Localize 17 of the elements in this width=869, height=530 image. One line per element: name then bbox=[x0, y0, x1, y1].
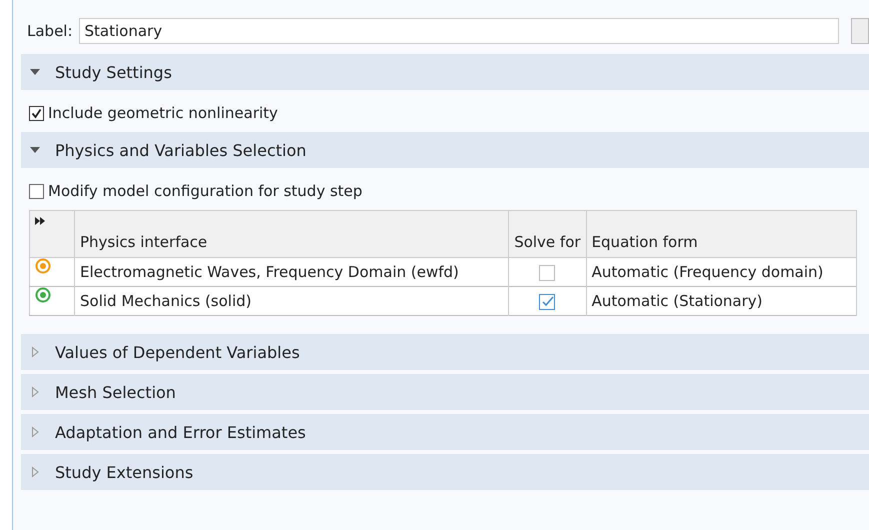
section-header[interactable]: Adaptation and Error Estimates bbox=[21, 414, 869, 450]
section-header[interactable]: Values of Dependent Variables bbox=[21, 334, 869, 370]
table-cell: Automatic (Stationary) bbox=[586, 286, 856, 316]
label-caption: Label: bbox=[27, 22, 73, 40]
section-header[interactable]: Mesh Selection bbox=[21, 374, 869, 410]
table-cell: Electromagnetic Waves, Frequency Domain (ewfd) bbox=[74, 258, 509, 286]
column-header: Physics interface bbox=[74, 210, 509, 258]
section-header[interactable]: Physics and Variables Selection bbox=[21, 132, 869, 168]
table-cell: Automatic (Frequency domain) bbox=[586, 258, 856, 286]
column-header: Equation form bbox=[586, 210, 856, 258]
checkbox-label: Modify model configuration for study step bbox=[48, 182, 362, 200]
table-cell: Solid Mechanics (solid) bbox=[74, 286, 509, 316]
section-header[interactable]: Study Extensions bbox=[21, 454, 869, 490]
section-header[interactable]: Study Settings bbox=[21, 54, 869, 90]
checkbox-label: Include geometric nonlinearity bbox=[48, 104, 278, 122]
column-header: Solve for bbox=[508, 210, 586, 258]
label-field[interactable]: Stationary bbox=[78, 18, 839, 44]
